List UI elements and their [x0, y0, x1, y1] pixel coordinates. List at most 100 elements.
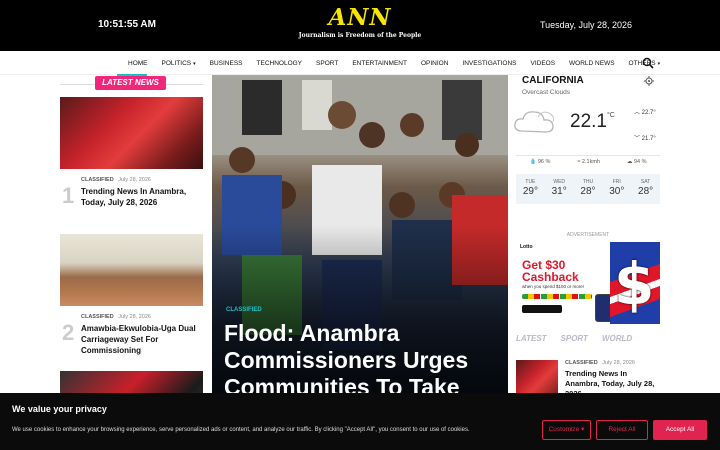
header-date: Tuesday, July 28, 2026	[539, 20, 632, 30]
right-sidebar: CALIFORNIA Overcast Clouds 22.1 °C ︿ 22.…	[514, 75, 660, 400]
accept-all-button[interactable]: Accept All	[653, 420, 707, 440]
story-thumbnail[interactable]	[516, 360, 558, 396]
story-meta: CLASSIFIED July 28, 2026	[81, 314, 151, 320]
nav-item-label: OPINION	[420, 59, 449, 67]
clouds-value: 94 %	[633, 159, 647, 165]
hero-category[interactable]: CLASSIFIED	[226, 307, 262, 313]
story-meta: CLASSIFIED July 28, 2026	[81, 177, 151, 183]
customize-button[interactable]: Customize ▾	[542, 420, 591, 440]
nav-item-business[interactable]: BUSINESS	[210, 60, 243, 67]
nav-item-label: WORLD NEWS	[569, 59, 615, 67]
app-store-badge[interactable]	[522, 305, 562, 313]
clouds-stat: ☁ 94 %	[627, 159, 647, 165]
story-category[interactable]: CLASSIFIED	[565, 360, 598, 366]
latest-news-header: LATEST NEWS	[60, 74, 203, 97]
nav-item-label: ENTERTAINMENT	[352, 59, 407, 67]
nav-item-opinion[interactable]: OPINION	[421, 60, 448, 67]
droplet-icon: 💧	[529, 159, 537, 165]
weather-stats: 💧 96 % ≈ 2.1kmh ☁ 94 %	[516, 159, 660, 165]
top-header: 10:51:55 AM ANN Journalism is Freedom of…	[0, 0, 720, 51]
story-title[interactable]: Trending News In Anambra, Today, July 28…	[81, 186, 201, 208]
forecast-day-temp: 30°	[609, 186, 625, 197]
story-category[interactable]: CLASSIFIED	[81, 177, 114, 183]
customize-label: Customize	[548, 426, 580, 433]
main-nav: HOME POLITICS ▾ BUSINESS TECHNOLOGY SPORT ENTE…	[0, 51, 720, 75]
weather-low-value: 21.7°	[641, 136, 656, 142]
arrow-up-icon: ︿	[634, 110, 642, 116]
story-category[interactable]: CLASSIFIED	[81, 314, 114, 320]
forecast-day: THU 28°	[574, 174, 603, 204]
nav-item-investigations[interactable]: INVESTIGATIONS	[462, 60, 516, 67]
weather-widget: CALIFORNIA Overcast Clouds 22.1 °C ︿ 22.…	[514, 75, 660, 205]
search-icon[interactable]	[642, 57, 654, 69]
reject-all-button[interactable]: Reject All	[596, 420, 648, 440]
nav-item-politics[interactable]: POLITICS ▾	[162, 60, 196, 67]
nav-item-sport[interactable]: SPORT	[316, 60, 338, 67]
wind-value: 2.1kmh	[581, 159, 600, 165]
forecast-day: WED 31°	[545, 174, 574, 204]
page: 10:51:55 AM ANN Journalism is Freedom of…	[0, 0, 720, 450]
latest-news-title: LATEST NEWS	[95, 74, 166, 90]
cookie-banner: We value your privacy We use cookies to …	[0, 393, 720, 450]
nav-item-entertainment[interactable]: ENTERTAINMENT	[352, 60, 407, 67]
nav-item-home[interactable]: HOME	[128, 60, 148, 67]
cookie-text: We use cookies to enhance your browsing …	[12, 427, 470, 433]
tab-sport[interactable]: SPORT	[561, 334, 588, 356]
cloud-small-icon: ☁	[626, 159, 633, 165]
latest-news-column: LATEST NEWS 1 CLASSIFIED July 28, 2026 T…	[60, 74, 203, 443]
forecast-day-name: THU	[582, 179, 594, 185]
cloud-icon	[514, 111, 554, 133]
weather-condition: Overcast Clouds	[522, 89, 571, 96]
divider	[516, 155, 660, 156]
wind-stat: ≈ 2.1kmh	[577, 159, 600, 165]
advertisement-banner[interactable]: Lotto Get $30 Cashback when you spend $1…	[516, 242, 660, 324]
forecast-day-name: SAT	[640, 179, 651, 185]
arrow-down-icon: ﹀	[634, 136, 642, 142]
forecast-day-temp: 28°	[580, 186, 596, 197]
weather-city: CALIFORNIA	[522, 75, 584, 86]
story-number: 1	[62, 183, 75, 208]
forecast-day: SAT 28°	[631, 174, 660, 204]
weather-low: ﹀ 21.7°	[634, 133, 656, 142]
hero-headline[interactable]: Flood: Anambra Commissioners Urges Commu…	[224, 320, 504, 395]
forecast-day-name: TUE	[525, 179, 536, 185]
forecast-day-temp: 28°	[638, 186, 654, 197]
forecast-day-temp: 29°	[522, 186, 538, 197]
forecast-day: FRI 30°	[602, 174, 631, 204]
chevron-down-icon: ▾	[193, 60, 196, 67]
story-date: July 28, 2026	[602, 360, 635, 366]
chevron-down-icon: ▾	[657, 60, 661, 67]
forecast-day-name: WED	[553, 179, 566, 185]
nav-item-videos[interactable]: VIDEOS	[530, 60, 555, 67]
location-icon[interactable]	[644, 76, 654, 86]
ad-flags	[522, 294, 592, 299]
ad-dollar-graphic: $	[610, 242, 660, 324]
sidebar-tabs: LATEST SPORT WORLD	[516, 334, 660, 356]
story-thumbnail[interactable]	[60, 234, 203, 306]
nav-item-label: SPORT	[316, 59, 339, 67]
featured-story[interactable]: CLASSIFIED Flood: Anambra Commissioners …	[212, 75, 508, 395]
chevron-down-icon: ▾	[581, 426, 585, 433]
nav-item-technology[interactable]: TECHNOLOGY	[257, 60, 303, 67]
wind-icon: ≈	[577, 159, 581, 165]
story-date: July 28, 2026	[118, 177, 151, 183]
list-item[interactable]: 2 CLASSIFIED July 28, 2026 Amawbia-Ekwul…	[60, 306, 203, 371]
nav-item-label: POLITICS	[161, 59, 192, 67]
weather-unit: °C	[607, 112, 615, 119]
ad-subtext: when you spend $100 or more!	[522, 284, 585, 289]
nav-item-label: BUSINESS	[209, 59, 243, 67]
tab-world[interactable]: WORLD	[602, 334, 632, 356]
story-number: 2	[62, 320, 75, 345]
nav-item-world-news[interactable]: WORLD NEWS	[569, 60, 615, 67]
weather-high: ︿ 22.7°	[634, 107, 656, 116]
list-item[interactable]: 1 CLASSIFIED July 28, 2026 Trending News…	[60, 169, 203, 234]
story-thumbnail[interactable]	[60, 97, 203, 169]
story-title[interactable]: Amawbia-Ekwulobia-Uga Dual Carriageway S…	[81, 323, 201, 356]
humidity-stat: 💧 96 %	[529, 159, 550, 165]
humidity-value: 96 %	[537, 159, 551, 165]
nav-list: HOME POLITICS ▾ BUSINESS TECHNOLOGY SPORT ENTE…	[128, 51, 674, 75]
ad-headline: Get $30 Cashback	[522, 259, 579, 283]
tab-latest[interactable]: LATEST	[516, 334, 547, 356]
nav-item-label: VIDEOS	[530, 59, 556, 67]
nav-item-label: HOME	[128, 59, 148, 67]
